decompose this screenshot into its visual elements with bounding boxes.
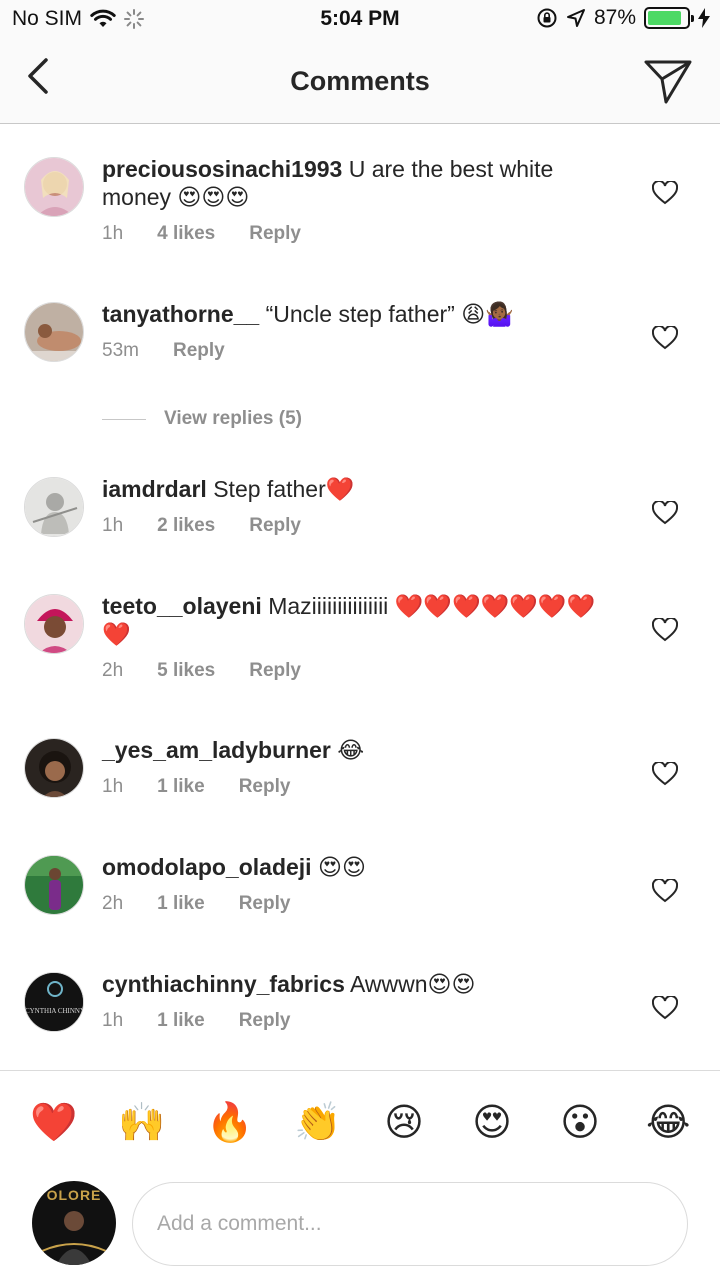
page-title: Comments	[290, 66, 430, 96]
comment-meta: 1h 1 like Reply	[102, 1010, 324, 1032]
reply-button[interactable]: Reply	[249, 660, 301, 682]
comment-likes[interactable]: 5 likes	[157, 660, 215, 682]
rotation-lock-icon	[537, 8, 557, 28]
comment-time: 1h	[102, 223, 124, 244]
charging-bolt-icon	[698, 8, 710, 28]
comment-meta: 2h 5 likes Reply	[102, 660, 335, 682]
comment-time: 2h	[102, 660, 124, 681]
comment-username[interactable]: preciousosinachi1993	[102, 156, 342, 182]
nav-bar: Comments	[0, 40, 720, 124]
comment-likes[interactable]: 1 like	[157, 1010, 205, 1032]
comment-text: preciousosinachi1993 U are the best whit…	[102, 155, 622, 211]
share-button[interactable]	[642, 54, 694, 106]
avatar[interactable]	[24, 157, 84, 217]
emoji-clap-button[interactable]: 👏	[294, 1101, 341, 1145]
like-heart-icon[interactable]	[652, 501, 678, 525]
like-heart-icon[interactable]	[652, 181, 678, 205]
comment-likes[interactable]: 2 likes	[157, 515, 215, 537]
status-bar: No SIM 5:04 PM 87%	[0, 0, 720, 40]
comment-username[interactable]: _yes_am_ladyburner	[102, 737, 331, 763]
replies-divider	[102, 418, 146, 420]
cynthia-logo-text: CYNTHIA CHINNY	[25, 1007, 84, 1015]
comment-time: 1h	[102, 515, 124, 536]
view-replies-label: View replies (5)	[164, 408, 302, 429]
status-right: 87%	[536, 6, 710, 30]
comment-meta: 1h 1 like Reply	[102, 776, 324, 798]
like-heart-icon[interactable]	[652, 996, 678, 1020]
comment-input[interactable]	[132, 1182, 688, 1266]
reply-button[interactable]: Reply	[249, 223, 301, 245]
avatar[interactable]: CYNTHIA CHINNY	[24, 972, 84, 1032]
reply-button[interactable]: Reply	[239, 776, 291, 798]
emoji-cry-button[interactable]: 😢	[382, 1101, 426, 1145]
comment-body: 😍😍	[317, 854, 366, 880]
current-user-avatar: OLORE	[32, 1181, 116, 1265]
comment-meta: 1h 2 likes Reply	[102, 515, 335, 537]
emoji-fire-button[interactable]: 🔥	[206, 1101, 253, 1145]
comment-text: tanyathorne__ “Uncle step father” 😩🤷🏾‍♀️	[102, 300, 622, 328]
emoji-bar: ❤️ 🙌 🔥 👏 😢 😍 😮 😂	[0, 1070, 720, 1170]
avatar[interactable]	[24, 855, 84, 915]
comment-meta: 2h 1 like Reply	[102, 893, 324, 915]
comment-time: 53m	[102, 340, 139, 361]
comment-likes[interactable]: 1 like	[157, 776, 205, 798]
comment-likes[interactable]: 4 likes	[157, 223, 215, 245]
avatar[interactable]	[24, 594, 84, 654]
comment-body: 😂	[337, 737, 365, 763]
comment-text: omodolapo_oladeji 😍😍	[102, 853, 622, 881]
comment-text: iamdrdarl Step father❤️	[102, 475, 622, 503]
emoji-raised-hands-button[interactable]: 🙌	[118, 1101, 165, 1145]
emoji-surprised-button[interactable]: 😮	[558, 1101, 602, 1145]
comment-text: teeto__olayeni Maziiiiiiiiiiiiiii ❤️❤️❤️…	[102, 592, 622, 648]
battery-icon	[644, 7, 694, 29]
comment-meta: 53m Reply	[102, 340, 259, 362]
reply-button[interactable]: Reply	[249, 515, 301, 537]
comment-username[interactable]: cynthiachinny_fabrics	[102, 971, 345, 997]
comment-time: 1h	[102, 776, 124, 797]
emoji-laughing-button[interactable]: 😂	[646, 1101, 690, 1145]
like-heart-icon[interactable]	[652, 618, 678, 642]
comment-body: “Uncle step father” 😩🤷🏾‍♀️	[265, 301, 514, 327]
comment-username[interactable]: omodolapo_oladeji	[102, 854, 312, 880]
location-arrow-icon	[566, 9, 585, 27]
comment-time: 2h	[102, 893, 124, 914]
comment-body: Step father❤️	[213, 476, 355, 502]
comment-composer: OLORE	[0, 1170, 720, 1280]
comment-username[interactable]: tanyathorne__	[102, 301, 259, 327]
comment-body: Awwwn😍😍	[349, 971, 476, 997]
like-heart-icon[interactable]	[652, 326, 678, 350]
comment-text: _yes_am_ladyburner 😂	[102, 736, 622, 764]
battery-percent: 87%	[593, 6, 636, 29]
avatar[interactable]	[24, 477, 84, 537]
battery-fill	[648, 11, 682, 25]
view-replies-button[interactable]: View replies (5)	[102, 408, 302, 430]
reply-button[interactable]: Reply	[239, 1010, 291, 1032]
reply-button[interactable]: Reply	[173, 340, 225, 362]
comment-meta: 1h 4 likes Reply	[102, 223, 335, 245]
comment-text: cynthiachinny_fabrics Awwwn😍😍	[102, 970, 622, 998]
emoji-heart-eyes-button[interactable]: 😍	[470, 1101, 514, 1145]
avatar[interactable]	[24, 302, 84, 362]
reply-button[interactable]: Reply	[239, 893, 291, 915]
comment-likes[interactable]: 1 like	[157, 893, 205, 915]
like-heart-icon[interactable]	[652, 879, 678, 903]
comment-time: 1h	[102, 1010, 124, 1031]
paper-plane-icon	[644, 60, 692, 104]
comments-list[interactable]: preciousosinachi1993 U are the best whit…	[0, 125, 720, 1070]
comment-username[interactable]: teeto__olayeni	[102, 593, 262, 619]
like-heart-icon[interactable]	[652, 762, 678, 786]
comment-username[interactable]: iamdrdarl	[102, 476, 207, 502]
emoji-heart-button[interactable]: ❤️	[30, 1101, 77, 1145]
avatar[interactable]	[24, 738, 84, 798]
